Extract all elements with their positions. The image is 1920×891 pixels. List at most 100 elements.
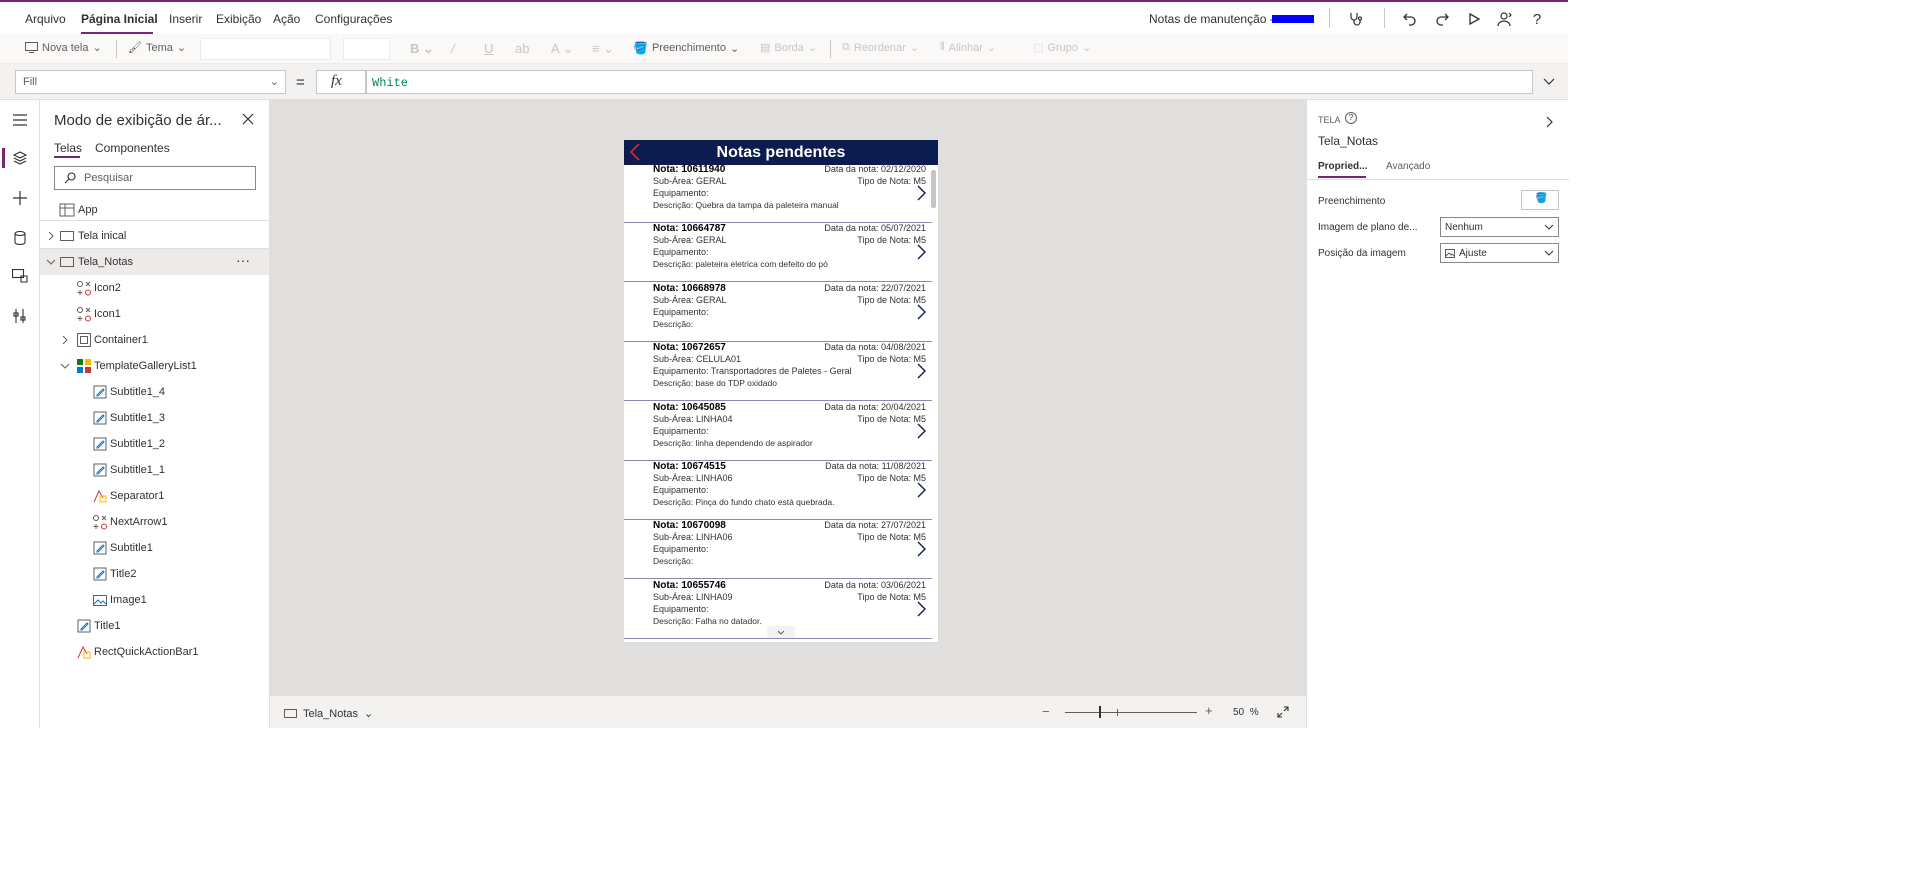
fit-to-window-icon[interactable]	[1277, 706, 1289, 718]
tree-item-icon1[interactable]: Icon1	[40, 301, 269, 327]
zoom-slider[interactable]	[1065, 712, 1197, 713]
tree-item-container1[interactable]: Container1	[40, 327, 269, 353]
scrollbar[interactable]	[931, 170, 936, 208]
share-user-icon[interactable]	[1495, 9, 1515, 29]
underline-button[interactable]: U	[484, 41, 493, 56]
chevron-down-icon[interactable]	[46, 257, 56, 267]
menu-exibicao[interactable]: Exibição	[216, 12, 261, 26]
chevron-right-icon[interactable]	[60, 335, 70, 345]
scroll-down-chevron-icon[interactable]	[767, 626, 795, 638]
expand-formula-icon[interactable]	[1542, 74, 1556, 88]
next-arrow-icon[interactable]	[916, 304, 926, 320]
data-cylinder-icon[interactable]	[10, 228, 30, 248]
note-card[interactable]: Nota: 10645085 Data da nota: 20/04/2021 Su…	[624, 402, 932, 461]
menu-arquivo[interactable]: Arquivo	[25, 12, 66, 26]
hamburger-menu-icon[interactable]	[10, 110, 30, 130]
note-card[interactable]: Nota: 10674515 Data da nota: 11/08/2021 Su…	[624, 461, 932, 520]
tree-item-icon2[interactable]: Icon2	[40, 275, 269, 301]
note-card[interactable]: Nota: 10672657 Data da nota: 04/08/2021 Su…	[624, 342, 932, 402]
tree-item-title2[interactable]: Title2	[40, 561, 269, 587]
note-card[interactable]: Nota: 10670098 Data da nota: 27/07/2021 Su…	[624, 520, 932, 580]
help-icon[interactable]: ?	[1345, 112, 1357, 124]
tree-item-nextarrow1[interactable]: NextArrow1	[40, 509, 269, 535]
advanced-tools-icon[interactable]	[10, 306, 30, 326]
next-arrow-icon[interactable]	[916, 244, 926, 260]
note-card[interactable]: Nota: 10611940 Data da nota: 02/12/2020 Su…	[624, 164, 932, 223]
search-input[interactable]: Pesquisar	[54, 166, 256, 190]
fx-button[interactable]: fx	[316, 70, 366, 94]
back-arrow-icon[interactable]	[628, 143, 642, 161]
next-arrow-icon[interactable]	[916, 363, 926, 379]
screen-selector[interactable]: Tela_Notas ⌄	[284, 707, 373, 720]
strikethrough-button[interactable]: ab	[515, 41, 529, 56]
icon-control-icon	[76, 280, 92, 296]
tree-item-tela-inical[interactable]: Tela inical	[40, 223, 269, 249]
close-icon[interactable]	[242, 113, 254, 125]
align-button[interactable]: ⫴ Alinhar ⌄	[940, 41, 996, 54]
tab-properties[interactable]: Propried...	[1318, 161, 1367, 172]
tree-item-app[interactable]: App	[40, 197, 269, 223]
bold-button[interactable]: B ⌄	[410, 41, 434, 57]
note-card[interactable]: Nota: 10668978 Data da nota: 22/07/2021 Su…	[624, 283, 932, 342]
more-options-icon[interactable]: ···	[236, 252, 250, 268]
zoom-in-icon[interactable]: +	[1205, 703, 1213, 718]
tab-componentes[interactable]: Componentes	[95, 141, 170, 155]
zoom-level[interactable]: 50 %	[1233, 707, 1259, 718]
menu-inserir[interactable]: Inserir	[169, 12, 202, 26]
tree-item-title1[interactable]: Title1	[40, 613, 269, 639]
play-icon[interactable]	[1464, 9, 1484, 29]
next-arrow-icon[interactable]	[916, 601, 926, 617]
text-align-button[interactable]: ≡ ⌄	[592, 41, 614, 57]
app-screen-preview[interactable]: Notas pendentes Nota: 10611940 Data da no…	[624, 140, 938, 642]
font-size-select[interactable]	[343, 38, 390, 60]
italic-button[interactable]: /	[451, 41, 455, 56]
fill-button[interactable]: 🪣 Preenchimento ⌄	[633, 41, 739, 55]
font-family-select[interactable]	[200, 38, 331, 60]
chevron-right-icon[interactable]	[46, 231, 56, 241]
menu-acao[interactable]: Ação	[273, 12, 300, 26]
zoom-slider-thumb[interactable]	[1099, 706, 1101, 718]
bg-image-select[interactable]: Nenhum	[1440, 217, 1559, 237]
tree-item-image1[interactable]: Image1	[40, 587, 269, 613]
tree-view-layers-icon[interactable]	[10, 148, 30, 168]
control-name[interactable]: Tela_Notas	[1318, 134, 1378, 148]
insert-plus-icon[interactable]	[10, 188, 30, 208]
image-position-select[interactable]: Ajuste	[1440, 243, 1559, 263]
fill-color-picker[interactable]: 🪣	[1521, 190, 1559, 210]
tree-item-tela-notas[interactable]: Tela_Notas ···	[40, 249, 269, 275]
tab-telas[interactable]: Telas	[54, 141, 82, 155]
menu-pagina-inicial[interactable]: Página Inicial	[81, 12, 158, 26]
menu-configuracoes[interactable]: Configurações	[315, 12, 392, 26]
tree-item-subtitle1[interactable]: Subtitle1	[40, 535, 269, 561]
media-icon[interactable]	[10, 266, 30, 286]
next-arrow-icon[interactable]	[916, 541, 926, 557]
tree-item-subtitle1-3[interactable]: Subtitle1_3	[40, 405, 269, 431]
note-card[interactable]: Nota: 10664787 Data da nota: 05/07/2021 Su…	[624, 223, 932, 283]
property-dropdown[interactable]: Fill ⌄	[15, 70, 286, 94]
theme-button[interactable]: 🖌 Tema ⌄	[128, 41, 186, 55]
tree-item-subtitle1-1[interactable]: Subtitle1_1	[40, 457, 269, 483]
formula-input[interactable]: White	[366, 70, 1533, 94]
next-arrow-icon[interactable]	[916, 423, 926, 439]
redo-icon[interactable]	[1432, 9, 1452, 29]
stethoscope-icon[interactable]	[1346, 9, 1366, 29]
font-color-button[interactable]: A ⌄	[551, 41, 573, 57]
new-screen-button[interactable]: Nova tela ⌄	[25, 41, 102, 54]
chevron-right-icon[interactable]	[1546, 116, 1554, 128]
search-icon	[64, 172, 76, 184]
tree-item-rectquickactionbar1[interactable]: RectQuickActionBar1	[40, 639, 269, 665]
tree-item-templategallerylist1[interactable]: TemplateGalleryList1	[40, 353, 269, 379]
group-button[interactable]: ⬚ Grupo ⌄	[1033, 41, 1091, 55]
border-button[interactable]: ▤ Borda ⌄	[760, 41, 817, 55]
tree-item-separator1[interactable]: Separator1	[40, 483, 269, 509]
tab-advanced[interactable]: Avançado	[1386, 161, 1430, 172]
help-icon[interactable]: ?	[1527, 9, 1547, 29]
undo-icon[interactable]	[1400, 9, 1420, 29]
zoom-out-icon[interactable]: −	[1042, 704, 1050, 719]
reorder-button[interactable]: ⧉ Reordenar ⌄	[842, 41, 919, 54]
next-arrow-icon[interactable]	[916, 482, 926, 498]
tree-item-subtitle1-4[interactable]: Subtitle1_4	[40, 379, 269, 405]
tree-item-subtitle1-2[interactable]: Subtitle1_2	[40, 431, 269, 457]
chevron-down-icon[interactable]	[60, 361, 70, 371]
next-arrow-icon[interactable]	[916, 185, 926, 201]
